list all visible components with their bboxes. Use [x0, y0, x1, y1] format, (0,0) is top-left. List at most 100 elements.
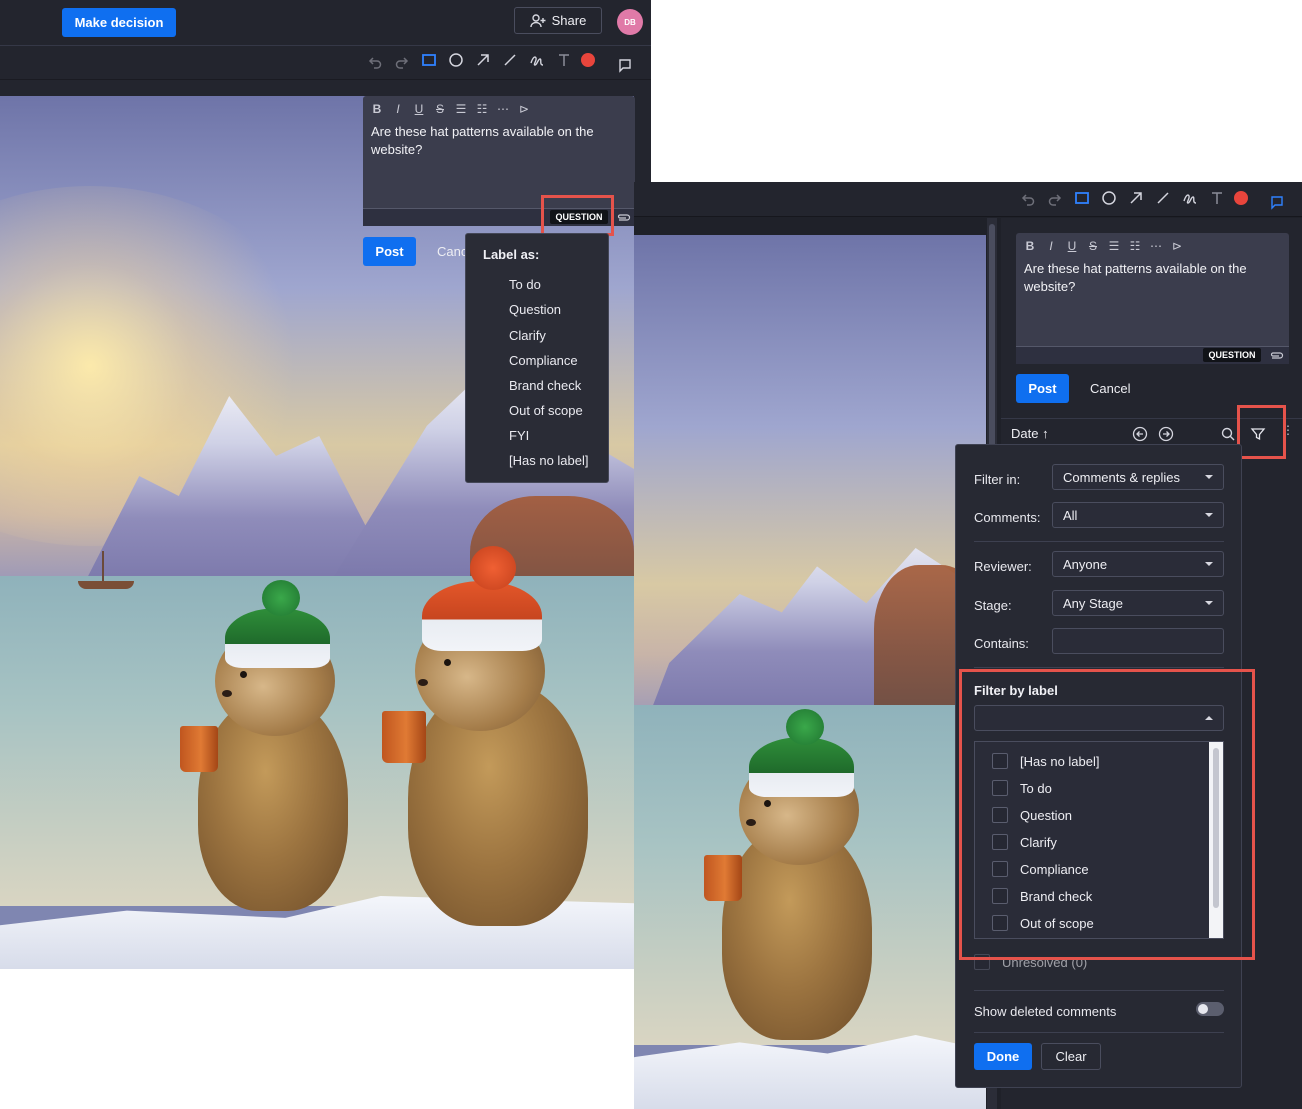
- label-option-brand-check[interactable]: Brand check: [509, 378, 581, 393]
- undo-icon[interactable]: [366, 53, 384, 71]
- label-option-out-of-scope[interactable]: Out of scope: [509, 403, 583, 418]
- clear-button[interactable]: Clear: [1041, 1043, 1101, 1070]
- share-label: Share: [551, 13, 587, 28]
- sort-date-button[interactable]: Date ↑: [1011, 426, 1049, 441]
- label-option-has-no-label[interactable]: [Has no label]: [509, 453, 589, 468]
- label-badge-right[interactable]: QUESTION: [1203, 348, 1261, 362]
- more-icon[interactable]: ⋯: [497, 102, 509, 116]
- artwork-image: [0, 96, 634, 969]
- label-tag-icon[interactable]: ⊳: [1171, 239, 1183, 253]
- text-tool-icon[interactable]: [555, 51, 573, 69]
- reviewer-select[interactable]: Anyone: [1052, 551, 1224, 577]
- filter-in-select[interactable]: Comments & replies: [1052, 464, 1224, 490]
- otter-red-hat: [370, 546, 600, 931]
- underline-icon[interactable]: U: [413, 102, 425, 116]
- post-button-right[interactable]: Post: [1016, 374, 1069, 403]
- undo-icon-right[interactable]: [1019, 190, 1037, 208]
- label-menu-heading: Label as:: [483, 247, 540, 262]
- contains-label: Contains:: [974, 636, 1029, 651]
- annotation-toolbar: [0, 47, 651, 80]
- show-deleted-label: Show deleted comments: [974, 1004, 1117, 1019]
- bullet-list-icon[interactable]: ☰: [455, 102, 467, 116]
- stage-label: Stage:: [974, 598, 1012, 613]
- stage-select[interactable]: Any Stage: [1052, 590, 1224, 616]
- bullet-list-icon[interactable]: ☰: [1108, 239, 1120, 253]
- done-button[interactable]: Done: [974, 1043, 1032, 1070]
- freehand-tool-icon[interactable]: [528, 51, 546, 69]
- search-icon[interactable]: [1220, 426, 1236, 445]
- comment-icon[interactable]: [616, 56, 634, 74]
- otter-green-hat: [170, 580, 360, 916]
- italic-icon[interactable]: I: [1045, 239, 1057, 253]
- attachment-icon-right[interactable]: [1268, 349, 1284, 361]
- line-tool-icon-right[interactable]: [1154, 189, 1172, 207]
- previous-comment-icon[interactable]: [1132, 426, 1148, 445]
- artwork-image-right: [634, 235, 986, 1109]
- attachment-icon[interactable]: [615, 211, 631, 223]
- ellipse-tool-icon[interactable]: [447, 51, 465, 69]
- more-icon[interactable]: ⋯: [1150, 239, 1162, 253]
- label-option-todo[interactable]: To do: [509, 277, 541, 292]
- label-option-question[interactable]: Question: [509, 302, 561, 317]
- label-tag-icon[interactable]: ⊳: [518, 102, 530, 116]
- highlight-filter-by-label: [959, 669, 1255, 960]
- contains-input[interactable]: [1052, 628, 1224, 654]
- cancel-button-truncated[interactable]: Canc: [437, 244, 467, 259]
- comment-text-right[interactable]: Are these hat patterns available on the …: [1024, 260, 1274, 296]
- bold-icon[interactable]: B: [1024, 239, 1036, 253]
- italic-icon[interactable]: I: [392, 102, 404, 116]
- comment-editor-right[interactable]: B I U S ☰ ☷ ⋯ ⊳ Are these hat patterns a…: [1016, 233, 1289, 364]
- color-picker-icon[interactable]: [579, 51, 597, 69]
- post-button[interactable]: Post: [363, 237, 416, 266]
- share-button[interactable]: Share: [514, 7, 602, 34]
- rectangle-tool-icon-right[interactable]: [1073, 189, 1091, 207]
- comment-icon-right[interactable]: [1268, 193, 1286, 211]
- label-option-compliance[interactable]: Compliance: [509, 353, 578, 368]
- comment-text[interactable]: Are these hat patterns available on the …: [371, 123, 621, 159]
- redo-icon-right[interactable]: [1046, 190, 1064, 208]
- freehand-tool-icon-right[interactable]: [1181, 189, 1199, 207]
- filter-in-label: Filter in:: [974, 472, 1021, 487]
- chevron-down-icon: [1205, 513, 1213, 517]
- arrow-tool-icon[interactable]: [474, 51, 492, 69]
- next-comment-icon[interactable]: [1158, 426, 1174, 445]
- divider: [974, 667, 1224, 668]
- sailboat: [78, 551, 134, 591]
- comments-select[interactable]: All: [1052, 502, 1224, 528]
- strikethrough-icon[interactable]: S: [434, 102, 446, 116]
- make-decision-button[interactable]: Make decision: [62, 8, 176, 37]
- avatar[interactable]: DB: [617, 9, 643, 35]
- label-as-menu: Label as: To do Question Clarify Complia…: [465, 233, 609, 483]
- add-user-icon: [529, 13, 546, 28]
- cancel-button-right[interactable]: Cancel: [1090, 381, 1130, 396]
- highlight-filter-button: [1237, 405, 1286, 459]
- reviewer-label: Reviewer:: [974, 559, 1032, 574]
- divider: [974, 1032, 1224, 1033]
- divider: [974, 990, 1224, 991]
- chevron-down-icon: [1205, 562, 1213, 566]
- text-tool-icon-right[interactable]: [1208, 189, 1226, 207]
- strikethrough-icon[interactable]: S: [1087, 239, 1099, 253]
- arrow-tool-icon-right[interactable]: [1127, 189, 1145, 207]
- numbered-list-icon[interactable]: ☷: [476, 102, 488, 116]
- numbered-list-icon[interactable]: ☷: [1129, 239, 1141, 253]
- redo-icon[interactable]: [393, 53, 411, 71]
- format-toolbar: B I U S ☰ ☷ ⋯ ⊳: [371, 102, 530, 116]
- format-toolbar-right: B I U S ☰ ☷ ⋯ ⊳: [1024, 239, 1183, 253]
- otter-green-hat-right: [694, 709, 884, 1045]
- rectangle-tool-icon[interactable]: [420, 51, 438, 69]
- divider: [974, 541, 1224, 542]
- bold-icon[interactable]: B: [371, 102, 383, 116]
- label-option-clarify[interactable]: Clarify: [509, 328, 546, 343]
- underline-icon[interactable]: U: [1066, 239, 1078, 253]
- label-option-fyi[interactable]: FYI: [509, 428, 529, 443]
- chevron-down-icon: [1205, 475, 1213, 479]
- highlight-label-badge: [541, 195, 614, 236]
- line-tool-icon[interactable]: [501, 51, 519, 69]
- color-picker-icon-right[interactable]: [1232, 189, 1250, 207]
- ellipse-tool-icon-right[interactable]: [1100, 189, 1118, 207]
- annotation-toolbar-right: [634, 182, 1302, 217]
- comments-label: Comments:: [974, 510, 1041, 525]
- show-deleted-toggle[interactable]: [1196, 1002, 1224, 1016]
- chevron-down-icon: [1205, 601, 1213, 605]
